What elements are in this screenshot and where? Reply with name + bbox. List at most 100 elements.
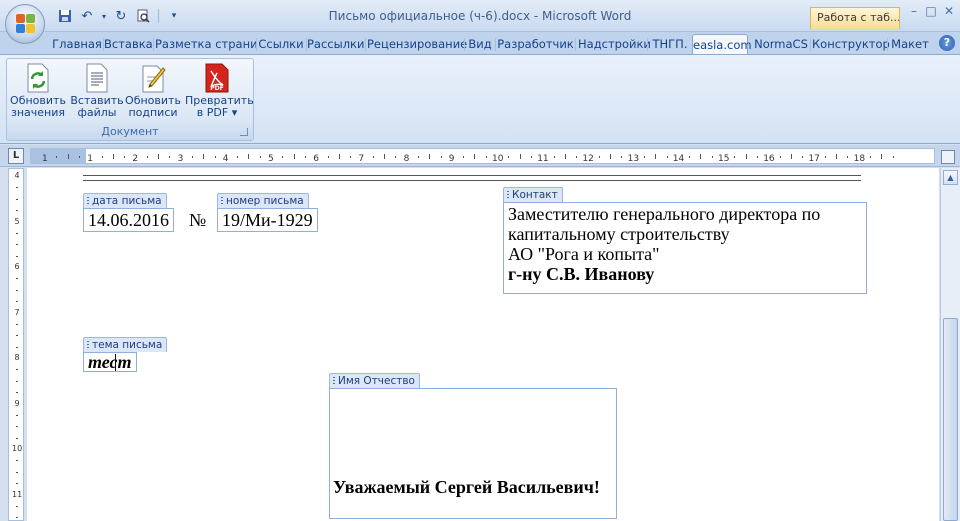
tab-8[interactable]: Надстройки [578,34,651,54]
minimize-button[interactable]: – [906,4,922,18]
vruler-mark [16,335,18,337]
ruler-tick: 3 [177,154,184,164]
ruler-mark [564,154,566,159]
ruler-mark [146,156,148,158]
ruler-mark [214,156,216,158]
tab-5[interactable]: Рецензирование [367,34,467,54]
maximize-button[interactable]: □ [923,4,939,18]
tab-0[interactable]: Главная [52,34,102,54]
ruler-mark [191,156,193,158]
scroll-up-icon[interactable]: ▲ [943,170,958,185]
ruler-tick: 11 [537,154,549,164]
vruler-mark [16,244,18,246]
contact-control-tag[interactable]: Контакт [503,187,563,202]
tab-2[interactable]: Разметка страни [155,34,258,54]
vruler-mark [16,483,18,485]
ruler-mark [248,154,250,159]
tab-10[interactable]: easla.com [692,34,752,54]
tab-4[interactable]: Рассылки [307,34,364,54]
ruler-tick: 16 [763,154,775,164]
vruler-tick: 5 [14,216,20,226]
vruler-mark [16,471,18,473]
vertical-ruler[interactable]: 4 5 6 7 8 9 10 11 [8,168,24,521]
office-button[interactable] [5,4,45,44]
number-sign: № [189,210,207,230]
vruler-mark [16,414,18,416]
ruler-mark [327,156,329,158]
ruler-mark [689,156,691,158]
vruler-mark [16,392,18,394]
document-icon [83,63,111,93]
vruler-mark [16,437,18,439]
horizontal-ruler[interactable]: 1 1 2 3 4 5 6 7 8 9 10 11 12 13 14 15 16 17 18 [30,148,935,164]
tab-1[interactable]: Вставка [104,34,153,54]
pdf-icon: PDF [203,63,231,93]
ribbon-tabs: Главная Вставка Разметка страни Ссылки Рассы… [0,32,960,54]
svg-text:PDF: PDF [210,85,223,92]
vruler-mark [16,198,18,200]
ruler-mark [463,156,465,158]
ruler-mark [711,156,713,158]
ribbon-group-document: Обновить значения Вставить файлы Обновит… [6,58,254,141]
vertical-scrollbar[interactable]: ▲ [940,168,960,521]
tab-7[interactable]: Разработчик [497,34,574,54]
letter-number-field[interactable]: 19/Ми-1929 [217,208,318,232]
update-values-button[interactable]: Обновить значения [9,63,67,127]
ruler-tick: 12 [582,154,594,164]
ruler-mark [440,156,442,158]
tab-13[interactable]: Макет [889,34,931,54]
convert-to-pdf-button[interactable]: PDF Превратить в PDF ▾ [185,63,254,127]
tab-12[interactable]: Конструктор [812,34,890,54]
scrollbar-thumb[interactable] [943,318,958,521]
ruler-margin [31,149,86,163]
update-signatures-button[interactable]: Обновить подписи [124,63,182,127]
ruler-tick: 4 [222,154,229,164]
ruler-mark [836,154,837,159]
subject-field[interactable]: тест [83,352,137,372]
insert-files-button[interactable]: Вставить файлы [68,63,126,127]
tab-9[interactable]: ТНГП. [650,34,690,54]
ruler-mark [124,156,126,158]
ruler-mark [790,154,792,159]
ruler-mark [610,154,611,159]
subject-control-tag[interactable]: тема письма [83,337,168,352]
number-control-tag[interactable]: номер письма [217,193,309,208]
ruler-mark [372,156,374,158]
tab-11[interactable]: NormaCS [753,34,809,54]
ruler-mark [417,156,419,158]
ruler-mark [384,154,385,159]
ruler-mark [621,156,623,158]
contact-field[interactable]: Заместителю генерального директора по ка… [503,202,867,294]
ruler-mark [824,156,826,158]
tab-6[interactable]: Вид [466,34,494,54]
dialog-launcher-icon[interactable] [240,128,248,136]
vruler-mark [16,289,18,291]
ruler-mark [700,154,702,159]
view-ruler-icon[interactable] [941,150,955,164]
date-control-tag[interactable]: дата письма [83,193,167,208]
help-icon[interactable]: ? [939,35,955,51]
tab-selector[interactable]: L [8,148,24,164]
vruler-tick: 11 [12,489,23,499]
vruler-tick: 4 [14,171,20,180]
ruler-mark [474,154,476,159]
ruler-mark [350,156,352,158]
contact-line: Заместителю генерального директора по [508,204,821,224]
button-label: значения [10,106,65,119]
tab-3[interactable]: Ссылки [257,34,305,54]
date-field[interactable]: 14.06.2016 [83,208,174,232]
table-tools-context-tab[interactable]: Работа с таб... [810,7,900,29]
ruler-mark [112,154,114,159]
name-field[interactable]: Уважаемый Сергей Васильевич! [329,388,617,519]
button-label: в PDF ▾ [196,106,238,119]
vruler-tick: 8 [14,353,20,362]
ruler-mark [508,156,510,158]
ruler-mark [666,156,668,158]
document-page[interactable]: дата письма 14.06.2016 № номер письма 19… [27,168,939,521]
name-control-tag[interactable]: Имя Отчество [329,373,420,388]
text-cursor [115,354,116,371]
tab-separator [153,38,154,51]
close-button[interactable]: ✕ [941,4,957,18]
ruler-mark [158,154,159,159]
ribbon: Обновить значения Вставить файлы Обновит… [0,54,960,144]
